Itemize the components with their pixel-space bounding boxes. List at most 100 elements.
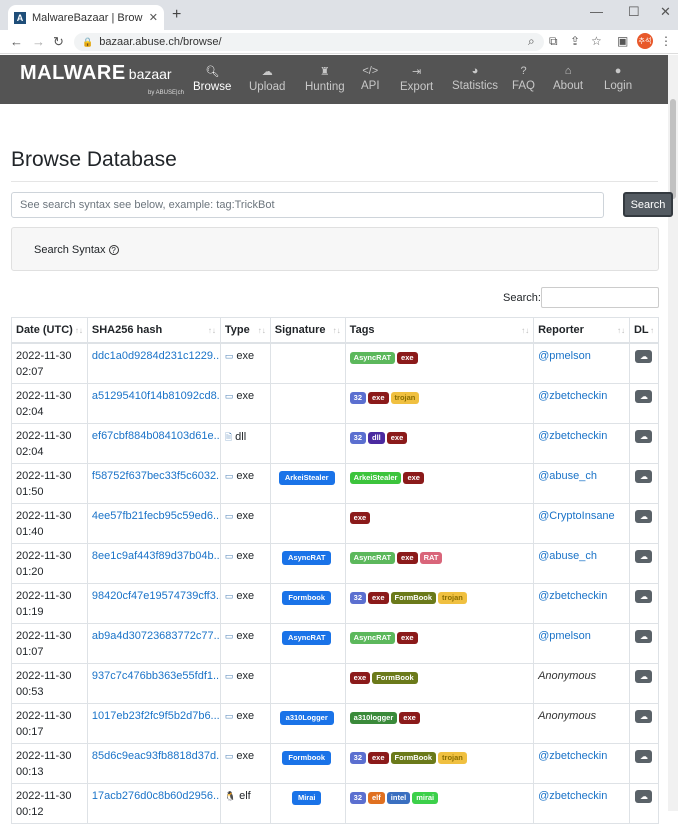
- profile-avatar[interactable]: 추석: [637, 33, 653, 49]
- tag-badge[interactable]: exe: [397, 551, 418, 564]
- filter-input[interactable]: [541, 287, 659, 308]
- download-icon[interactable]: ☁: [635, 349, 653, 363]
- nav-login[interactable]: ● Login: [604, 65, 632, 92]
- reload-icon[interactable]: ↻: [53, 34, 64, 50]
- tag-badge[interactable]: AsyncRAT: [349, 631, 396, 644]
- nav-export[interactable]: ⇥ Export: [400, 65, 433, 93]
- tag-badge[interactable]: exe: [368, 751, 389, 764]
- hash-link[interactable]: f58752f637bec33f5c6032...: [86, 462, 221, 504]
- minimize-icon[interactable]: —: [590, 4, 603, 19]
- bookmark-star-icon[interactable]: ☆: [591, 34, 602, 48]
- download-icon[interactable]: ☁: [635, 749, 653, 763]
- browser-tab[interactable]: A MalwareBazaar | Browse malwa ✕: [8, 5, 164, 30]
- header-dl[interactable]: DL ↑: [628, 317, 660, 344]
- hash-link[interactable]: 85d6c9eac93fb8818d37d...: [86, 742, 221, 784]
- reporter-link[interactable]: @abuse_ch: [533, 542, 630, 584]
- download-icon[interactable]: ☁: [635, 789, 653, 803]
- tag-badge[interactable]: 32: [349, 751, 367, 764]
- reporter-link[interactable]: @pmelson: [533, 342, 630, 384]
- share-icon[interactable]: ⇪: [570, 34, 580, 48]
- nav-browse[interactable]: 🔍︎ Browse: [193, 65, 231, 93]
- search-syntax-panel[interactable]: Search Syntax?: [11, 227, 659, 271]
- nav-faq[interactable]: ? FAQ: [512, 65, 535, 92]
- header-reporter[interactable]: Reporter ↑↓: [533, 317, 630, 344]
- tag-badge[interactable]: 32: [349, 431, 367, 444]
- close-window-icon[interactable]: ✕: [660, 4, 671, 20]
- hash-link[interactable]: 1017eb23f2fc9f5b2d7b6...: [86, 702, 221, 744]
- tag-badge[interactable]: trojan: [438, 751, 467, 764]
- tag-badge[interactable]: trojan: [438, 591, 467, 604]
- download-icon[interactable]: ☁: [635, 509, 653, 523]
- reporter-link[interactable]: @zbetcheckin: [533, 382, 630, 424]
- reporter-link[interactable]: @zbetcheckin: [533, 582, 630, 624]
- hash-link[interactable]: a51295410f14b81092cd8...: [86, 382, 221, 424]
- tag-badge[interactable]: AsyncRAT: [349, 351, 396, 364]
- reporter-link[interactable]: @abuse_ch: [533, 462, 630, 504]
- reporter-link[interactable]: @pmelson: [533, 622, 630, 664]
- url-field[interactable]: 🔒 bazaar.abuse.ch/browse/: [74, 33, 544, 51]
- download-icon[interactable]: ☁: [635, 389, 653, 403]
- download-icon[interactable]: ☁: [635, 469, 653, 483]
- tag-badge[interactable]: exe: [349, 511, 371, 524]
- tag-badge[interactable]: exe: [368, 591, 389, 604]
- download-icon[interactable]: ☁: [635, 669, 653, 683]
- tag-badge[interactable]: mirai: [412, 791, 439, 804]
- download-icon[interactable]: ☁: [635, 589, 653, 603]
- signature-badge[interactable]: a310Logger: [279, 710, 334, 725]
- hash-link[interactable]: ab9a4d30723683772c77...: [86, 622, 221, 664]
- close-tab-icon[interactable]: ✕: [149, 11, 158, 24]
- tag-badge[interactable]: 32: [349, 391, 367, 404]
- menu-icon[interactable]: ⋮: [660, 34, 672, 48]
- tag-badge[interactable]: exe: [386, 431, 408, 444]
- maximize-icon[interactable]: ☐: [628, 4, 640, 20]
- tag-badge[interactable]: exe: [397, 631, 418, 644]
- download-icon[interactable]: ☁: [635, 549, 653, 563]
- signature-badge[interactable]: ArkeiStealer: [278, 470, 335, 485]
- search-syntax-toggle[interactable]: Search Syntax?: [34, 244, 119, 256]
- search-input[interactable]: See search syntax see below, example: ta…: [11, 192, 604, 218]
- download-icon[interactable]: ☁: [635, 629, 653, 643]
- tag-badge[interactable]: 32: [349, 591, 367, 604]
- back-icon[interactable]: ←: [10, 34, 23, 49]
- nav-api[interactable]: </> API: [361, 65, 380, 92]
- tag-badge[interactable]: exe: [403, 471, 424, 484]
- download-icon[interactable]: ☁: [635, 709, 653, 723]
- signature-badge[interactable]: Mirai: [291, 790, 322, 805]
- tag-badge[interactable]: exe: [368, 391, 389, 404]
- hash-link[interactable]: 8ee1c9af443f89d37b04b...: [86, 542, 221, 584]
- nav-statistics[interactable]: ◕ Statistics: [452, 65, 498, 92]
- tag-badge[interactable]: 32: [349, 791, 367, 804]
- tag-badge[interactable]: exe: [349, 671, 371, 684]
- tag-badge[interactable]: FormBook: [372, 671, 418, 684]
- hash-link[interactable]: 98420cf47e19574739cff3...: [86, 582, 221, 624]
- signature-badge[interactable]: Formbook: [282, 590, 332, 605]
- tag-badge[interactable]: dll: [368, 431, 385, 444]
- tag-badge[interactable]: elf: [368, 791, 385, 804]
- tag-badge[interactable]: a310logger: [349, 711, 398, 724]
- forward-icon[interactable]: →: [32, 34, 45, 49]
- tag-badge[interactable]: exe: [399, 711, 420, 724]
- tag-badge[interactable]: ArkeiStealer: [349, 471, 402, 484]
- hash-link[interactable]: ddc1a0d9284d231c1229...: [86, 342, 221, 384]
- tag-badge[interactable]: exe: [397, 351, 418, 364]
- tag-badge[interactable]: AsyncRAT: [349, 551, 396, 564]
- signature-badge[interactable]: Formbook: [282, 750, 332, 765]
- header-signature[interactable]: Signature ↑↓: [269, 317, 346, 344]
- hash-link[interactable]: ef67cbf884b084103d61e...: [86, 422, 221, 464]
- nav-about[interactable]: ⌂ About: [553, 65, 583, 92]
- header-tags[interactable]: Tags ↑↓: [344, 317, 535, 344]
- reporter-link[interactable]: @zbetcheckin: [533, 782, 630, 824]
- header-date[interactable]: Date (UTC) ↑↓: [11, 317, 88, 344]
- translate-icon[interactable]: ⧉: [549, 34, 558, 49]
- tag-badge[interactable]: RAT: [419, 551, 443, 564]
- signature-badge[interactable]: AsyncRAT: [282, 630, 332, 645]
- hash-link[interactable]: 4ee57fb21fecb95c59ed6...: [86, 502, 221, 544]
- new-tab-icon[interactable]: +: [172, 6, 181, 24]
- tag-badge[interactable]: intel: [386, 791, 411, 804]
- header-type[interactable]: Type ↑↓: [219, 317, 271, 344]
- site-logo[interactable]: MALWARE bazaar by ABUSE|ch: [20, 62, 184, 96]
- search-button[interactable]: Search: [623, 192, 673, 217]
- reporter-link[interactable]: @CryptoInsane: [533, 502, 630, 544]
- tag-badge[interactable]: trojan: [390, 391, 420, 404]
- nav-hunting[interactable]: ♜ Hunting: [305, 65, 345, 93]
